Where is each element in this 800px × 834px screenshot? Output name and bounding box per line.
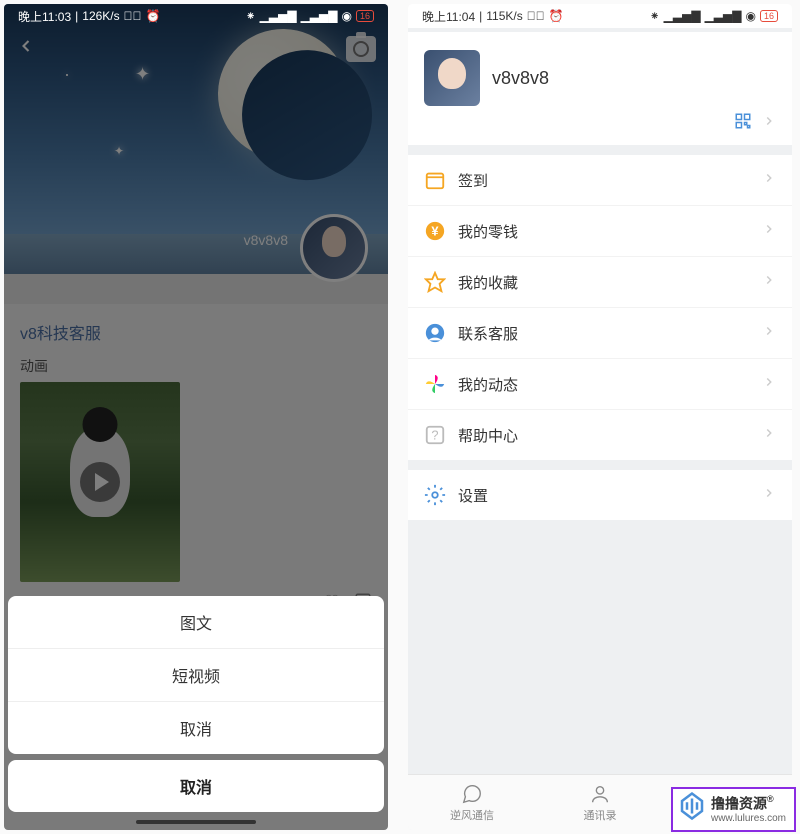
watermark-reg: ®: [767, 794, 774, 804]
bluetooth-icon: ⁕: [246, 9, 256, 23]
alarm-icon: ⏰: [146, 9, 161, 23]
sheet-cancel-button[interactable]: 取消: [8, 760, 384, 812]
action-sheet: 图文 短视频 取消 取消: [4, 596, 388, 830]
sheet-option-short-video[interactable]: 短视频: [8, 648, 384, 701]
calendar-icon: [424, 169, 446, 191]
right-content: v8v8v8 签到 ¥: [408, 4, 792, 830]
contacts-icon: [589, 783, 611, 805]
battery-icon: 16: [356, 10, 374, 22]
status-speed: 115K/s: [486, 9, 522, 23]
avatar[interactable]: [424, 50, 480, 106]
wifi-icon: ◉: [342, 9, 352, 23]
signal-icon: ▁▃▅▇: [260, 9, 297, 23]
nav-tab-chat[interactable]: 逆风通信: [408, 775, 536, 830]
status-speed: 126K/s: [82, 9, 119, 23]
chevron-right-icon: [762, 486, 776, 505]
menu-item-wallet[interactable]: ¥ 我的零钱: [408, 205, 792, 256]
nav-label: 通讯录: [584, 807, 617, 823]
star-icon: [424, 271, 446, 293]
menu-label: 我的收藏: [458, 272, 750, 293]
watermark-title: 撸撸资源: [711, 795, 767, 811]
signal-icon: ▁▃▅▇: [664, 9, 701, 23]
status-bar: 晚上11:03 | 126K/s ✕⃘ ⏰ ⁕ ▁▃▅▇ ▁▃▅▇ ◉ 16: [4, 4, 388, 28]
mute-icon: ✕⃘: [527, 9, 545, 23]
battery-icon: 16: [760, 10, 778, 22]
sheet-option-image-text[interactable]: 图文: [8, 596, 384, 648]
menu-item-support[interactable]: 联系客服: [408, 307, 792, 358]
menu-item-help[interactable]: ? 帮助中心: [408, 409, 792, 460]
profile-name: v8v8v8: [492, 68, 549, 89]
mute-icon: ✕⃘: [124, 9, 142, 23]
status-bar: 晚上11:04 | 115K/s ✕⃘ ⏰ ⁕ ▁▃▅▇ ▁▃▅▇ ◉ 16: [408, 4, 792, 28]
help-icon: ?: [424, 424, 446, 446]
menu-label: 我的动态: [458, 374, 750, 395]
menu-group-2: 设置: [408, 470, 792, 520]
menu-label: 帮助中心: [458, 425, 750, 446]
nav-tab-contacts[interactable]: 通讯录: [536, 775, 664, 830]
menu-item-moments[interactable]: 我的动态: [408, 358, 792, 409]
wifi-icon: ◉: [746, 9, 756, 23]
menu-item-checkin[interactable]: 签到: [408, 155, 792, 205]
qr-code-icon[interactable]: [734, 112, 752, 135]
support-icon: [424, 322, 446, 344]
chevron-right-icon: [762, 222, 776, 241]
phone-right-screenshot: 晚上11:04 | 115K/s ✕⃘ ⏰ ⁕ ▁▃▅▇ ▁▃▅▇ ◉ 16 v…: [408, 4, 792, 830]
watermark-url: www.lulures.com: [711, 813, 786, 824]
signal-icon-2: ▁▃▅▇: [301, 9, 338, 23]
chat-icon: [461, 783, 483, 805]
watermark-logo-icon: [677, 791, 707, 828]
menu-group-1: 签到 ¥ 我的零钱 我的收藏 联系客服: [408, 155, 792, 460]
sheet-option-cancel-inner[interactable]: 取消: [8, 701, 384, 754]
menu-label: 联系客服: [458, 323, 750, 344]
menu-label: 签到: [458, 170, 750, 191]
signal-icon-2: ▁▃▅▇: [705, 9, 742, 23]
alarm-icon: ⏰: [549, 9, 564, 23]
chevron-right-icon: [762, 324, 776, 343]
home-indicator[interactable]: [136, 820, 256, 824]
svg-text:¥: ¥: [431, 224, 439, 239]
chevron-right-icon: [762, 375, 776, 394]
phone-left-screenshot: 晚上11:03 | 126K/s ✕⃘ ⏰ ⁕ ▁▃▅▇ ▁▃▅▇ ◉ 16 ·…: [4, 4, 388, 830]
menu-item-favorites[interactable]: 我的收藏: [408, 256, 792, 307]
svg-text:?: ?: [431, 428, 438, 443]
menu-label: 我的零钱: [458, 221, 750, 242]
pinwheel-icon: [424, 373, 446, 395]
status-time: 晚上11:03: [18, 8, 71, 25]
chevron-right-icon: [762, 273, 776, 292]
chevron-right-icon: [762, 114, 776, 133]
yuan-icon: ¥: [424, 220, 446, 242]
watermark: 撸撸资源® www.lulures.com: [671, 787, 796, 832]
gear-icon: [424, 484, 446, 506]
chevron-right-icon: [762, 171, 776, 190]
profile-header[interactable]: v8v8v8: [408, 32, 792, 145]
status-time: 晚上11:04: [422, 8, 475, 25]
nav-label: 逆风通信: [450, 807, 494, 823]
menu-item-settings[interactable]: 设置: [408, 470, 792, 520]
menu-label: 设置: [458, 485, 750, 506]
chevron-right-icon: [762, 426, 776, 445]
bluetooth-icon: ⁕: [650, 9, 660, 23]
